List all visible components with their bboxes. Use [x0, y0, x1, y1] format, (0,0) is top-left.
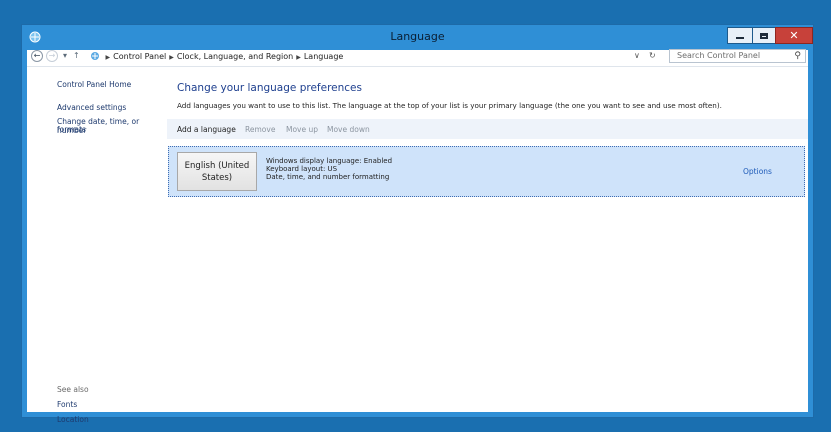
search-input[interactable]: Search Control Panel ⚲ — [669, 49, 806, 63]
see-also-label: See also — [57, 385, 89, 394]
formatting-status: Date, time, and number formatting — [266, 173, 390, 181]
control-panel-icon — [91, 52, 99, 60]
close-button[interactable]: ✕ — [775, 27, 813, 44]
remove-button[interactable]: Remove — [245, 125, 275, 134]
left-pane: Control Panel Home Advanced settings Cha… — [27, 66, 167, 424]
title-bar[interactable]: Language ✕ — [22, 25, 813, 50]
location-link[interactable]: Location — [57, 415, 89, 424]
page-description: Add languages you want to use to this li… — [177, 101, 722, 110]
close-icon: ✕ — [789, 29, 799, 42]
maximize-icon — [760, 32, 768, 39]
language-name-line1: English (United — [184, 160, 250, 171]
add-language-button[interactable]: Add a language — [177, 125, 236, 134]
page-title: Change your language preferences — [177, 82, 362, 94]
language-toolbar: Add a language Remove Move up Move down — [167, 119, 808, 139]
maximize-button[interactable] — [752, 27, 776, 44]
control-panel-home-link[interactable]: Control Panel Home — [57, 80, 131, 89]
advanced-settings-link[interactable]: Advanced settings — [57, 103, 126, 112]
breadcrumb-item-clock-language-region[interactable]: Clock, Language, and Region — [177, 52, 293, 61]
minimize-icon — [736, 37, 744, 39]
fonts-link[interactable]: Fonts — [57, 400, 77, 409]
breadcrumb-item-control-panel[interactable]: Control Panel — [113, 52, 166, 61]
forward-button[interactable]: → — [46, 50, 58, 62]
search-placeholder: Search Control Panel — [677, 51, 761, 60]
language-name-button[interactable]: English (United States) — [177, 152, 257, 191]
move-down-button[interactable]: Move down — [327, 125, 370, 134]
recent-locations-chevron-icon[interactable]: ▾ — [63, 51, 67, 60]
language-window: Language ✕ ← → ▾ ↑ ▶ Control Panel ▶ Clo… — [21, 24, 814, 424]
language-list-item[interactable]: English (United States) Windows display … — [168, 146, 805, 197]
language-name-line2: States) — [201, 172, 233, 183]
search-icon: ⚲ — [794, 51, 801, 61]
refresh-icon[interactable]: ↻ — [649, 51, 656, 60]
breadcrumb-separator-icon: ▶ — [105, 54, 111, 61]
language-details: Windows display language: Enabled Keyboa… — [266, 157, 392, 181]
display-language-status: Windows display language: Enabled — [266, 157, 393, 165]
minimize-button[interactable] — [727, 27, 753, 44]
arrow-right-icon: → — [48, 51, 56, 60]
breadcrumb-separator-icon: ▶ — [169, 54, 174, 61]
keyboard-layout-status: Keyboard layout: US — [266, 165, 338, 173]
address-dropdown-chevron-icon[interactable]: ∨ — [634, 51, 640, 60]
language-options-link[interactable]: Options — [743, 167, 772, 176]
change-formats-link-line2[interactable]: formats — [57, 125, 86, 134]
move-up-button[interactable]: Move up — [286, 125, 318, 134]
address-bar: ← → ▾ ↑ ▶ Control Panel ▶ Clock, Language, … — [27, 49, 808, 67]
breadcrumb[interactable]: ▶ Control Panel ▶ Clock, Language, and Regi… — [89, 50, 661, 63]
back-button[interactable]: ← — [31, 50, 43, 62]
breadcrumb-separator-icon: ▶ — [296, 54, 301, 61]
up-arrow-icon[interactable]: ↑ — [73, 51, 80, 60]
window-title: Language — [390, 30, 445, 43]
window-client: ← → ▾ ↑ ▶ Control Panel ▶ Clock, Language, … — [27, 49, 808, 424]
arrow-left-icon: ← — [33, 51, 41, 60]
breadcrumb-item-language[interactable]: Language — [304, 52, 343, 61]
